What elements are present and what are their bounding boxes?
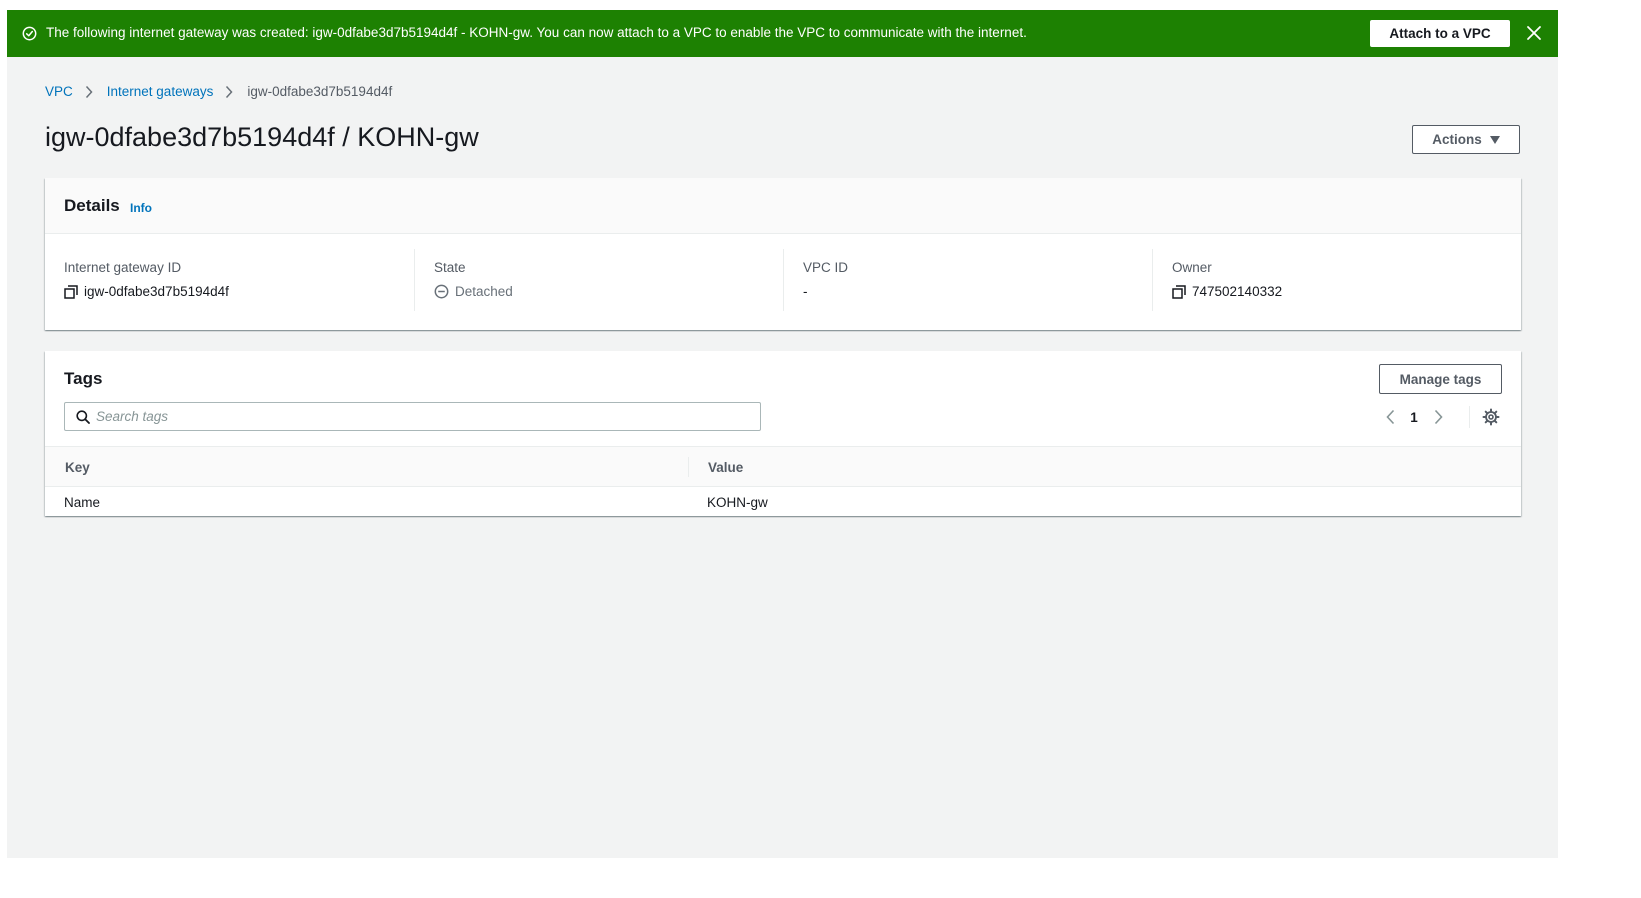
column-header-value[interactable]: Value (708, 460, 743, 475)
tags-panel: Tags Manage tags 1 (45, 351, 1521, 516)
next-page-icon[interactable] (1428, 407, 1448, 427)
caret-down-icon (1489, 135, 1500, 144)
column-header-key[interactable]: Key (65, 460, 90, 475)
internet-gateway-id-value-row: igw-0dfabe3d7b5194d4f (64, 284, 229, 299)
table-row: Name KOHN-gw (45, 487, 1521, 516)
breadcrumb-internet-gateways-link[interactable]: Internet gateways (107, 84, 214, 99)
console-content: The following internet gateway was creat… (7, 10, 1558, 858)
actions-dropdown-button[interactable]: Actions (1412, 125, 1520, 154)
tag-value-cell: KOHN-gw (707, 495, 768, 510)
vpc-id-value: - (803, 284, 808, 299)
current-page-number[interactable]: 1 (1400, 410, 1428, 425)
internet-gateway-id-label: Internet gateway ID (64, 260, 182, 275)
breadcrumb: VPC Internet gateways igw-0dfabe3d7b5194… (45, 84, 392, 99)
owner-field: Owner 747502140332 (1152, 249, 1521, 311)
tags-table-header: Key Value (45, 446, 1521, 487)
previous-page-icon[interactable] (1380, 407, 1400, 427)
info-link[interactable]: Info (130, 201, 152, 215)
tag-key-cell: Name (64, 495, 101, 510)
success-flash-banner: The following internet gateway was creat… (7, 10, 1558, 57)
owner-label: Owner (1172, 260, 1212, 275)
search-tags-input[interactable] (96, 403, 746, 430)
state-field: State Detached (414, 249, 783, 311)
details-title: Details (64, 196, 120, 215)
internet-gateway-id-field: Internet gateway ID igw-0dfabe3d7b5194d4… (45, 249, 414, 311)
actions-label: Actions (1432, 132, 1482, 147)
close-icon[interactable] (1526, 25, 1542, 41)
search-icon (76, 410, 90, 424)
internet-gateway-id-value: igw-0dfabe3d7b5194d4f (84, 284, 229, 299)
attach-to-vpc-button[interactable]: Attach to a VPC (1370, 20, 1510, 47)
gear-icon[interactable] (1482, 408, 1500, 426)
tags-title: Tags (64, 369, 103, 388)
state-value-row: Detached (434, 284, 513, 299)
pager-divider (1469, 406, 1470, 428)
owner-value-row: 747502140332 (1172, 284, 1282, 299)
chevron-right-icon (85, 85, 95, 99)
copy-icon[interactable] (64, 284, 78, 299)
search-tags-box (64, 402, 761, 431)
breadcrumb-current: igw-0dfabe3d7b5194d4f (247, 84, 393, 99)
owner-value: 747502140332 (1192, 284, 1283, 299)
vpc-id-label: VPC ID (803, 260, 849, 275)
pagination: 1 (1380, 404, 1448, 430)
vpc-id-field: VPC ID - (783, 249, 1152, 311)
state-value: Detached (455, 284, 513, 299)
column-divider (688, 457, 689, 477)
detached-status-icon (434, 284, 449, 299)
success-circle-icon (22, 26, 37, 41)
page-title: igw-0dfabe3d7b5194d4f / KOHN-gw (45, 122, 479, 152)
chevron-right-icon (225, 85, 235, 99)
breadcrumb-vpc-link[interactable]: VPC (45, 84, 73, 99)
manage-tags-button[interactable]: Manage tags (1379, 364, 1502, 394)
state-label: State (434, 260, 466, 275)
flash-message: The following internet gateway was creat… (46, 25, 1027, 40)
copy-icon[interactable] (1172, 284, 1186, 299)
details-panel: Details Info Internet gateway ID igw-0df… (45, 178, 1521, 330)
details-header: Details Info (45, 178, 1521, 234)
